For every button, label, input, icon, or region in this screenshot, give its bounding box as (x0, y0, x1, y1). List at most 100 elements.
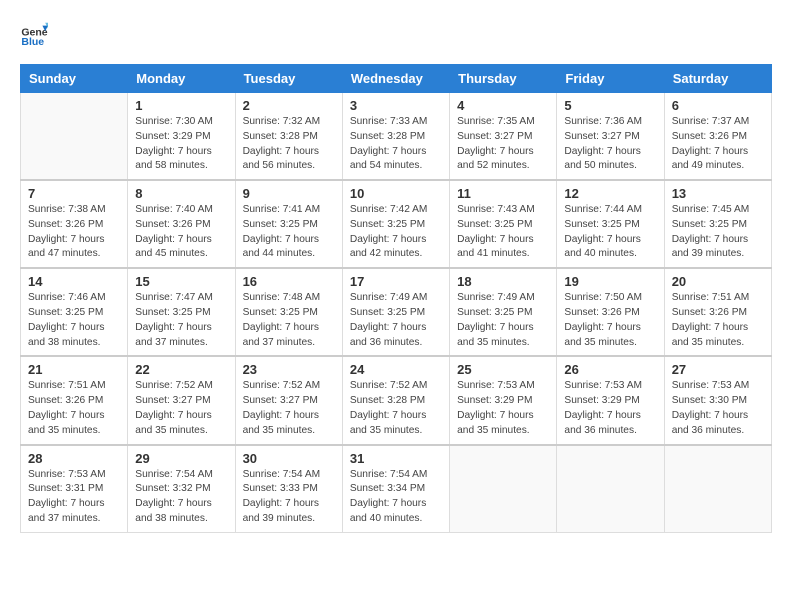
day-info: Sunrise: 7:47 AMSunset: 3:25 PMDaylight:… (135, 291, 227, 350)
generalblue-logo-icon: General Blue (20, 20, 48, 48)
calendar-cell: 24 Sunrise: 7:52 AMSunset: 3:28 PMDayligh… (342, 356, 449, 444)
day-info: Sunrise: 7:38 AMSunset: 3:26 PMDaylight:… (28, 203, 120, 262)
calendar-cell: 2Sunrise: 7:32 AMSunset: 3:28 PMDaylight… (235, 93, 342, 181)
col-header-tuesday: Tuesday (235, 65, 342, 93)
day-number: 5 (564, 98, 656, 113)
calendar-cell: 12 Sunrise: 7:44 AMSunset: 3:25 PMDayligh… (557, 180, 664, 268)
calendar-cell: 19 Sunrise: 7:50 AMSunset: 3:26 PMDayligh… (557, 268, 664, 356)
calendar-cell: 22Sunrise: 7:52 AMSunset: 3:27 PMDayligh… (128, 356, 235, 444)
logo: General Blue (20, 20, 52, 48)
calendar-cell: 9 Sunrise: 7:41 AMSunset: 3:25 PMDaylight… (235, 180, 342, 268)
calendar-week-3: 14Sunrise: 7:46 AMSunset: 3:25 PMDayligh… (21, 268, 772, 356)
day-number: 29 (135, 451, 227, 466)
calendar-cell: 20Sunrise: 7:51 AMSunset: 3:26 PMDayligh… (664, 268, 771, 356)
day-info: Sunrise: 7:53 AMSunset: 3:29 PMDaylight:… (457, 379, 549, 438)
day-info: Sunrise: 7:54 AMSunset: 3:33 PMDaylight:… (243, 468, 335, 527)
day-info: Sunrise: 7:53 AMSunset: 3:31 PMDaylight:… (28, 468, 120, 527)
calendar-cell: 27 Sunrise: 7:53 AMSunset: 3:30 PMDayligh… (664, 356, 771, 444)
day-number: 24 (350, 362, 442, 377)
day-number: 9 (243, 186, 335, 201)
day-number: 17 (350, 274, 442, 289)
day-number: 10 (350, 186, 442, 201)
calendar-cell (557, 445, 664, 533)
calendar-cell: 16 Sunrise: 7:48 AMSunset: 3:25 PMDayligh… (235, 268, 342, 356)
day-info: Sunrise: 7:52 AMSunset: 3:27 PMDaylight:… (243, 379, 335, 438)
calendar-cell: 21 Sunrise: 7:51 AMSunset: 3:26 PMDayligh… (21, 356, 128, 444)
day-info: Sunrise: 7:52 AMSunset: 3:28 PMDaylight:… (350, 379, 442, 438)
day-number: 15 (135, 274, 227, 289)
day-number: 27 (672, 362, 764, 377)
col-header-friday: Friday (557, 65, 664, 93)
calendar-week-1: 1 Sunrise: 7:30 AMSunset: 3:29 PMDaylight… (21, 93, 772, 181)
day-number: 14 (28, 274, 120, 289)
day-number: 22 (135, 362, 227, 377)
day-info: Sunrise: 7:35 AMSunset: 3:27 PMDaylight:… (457, 115, 549, 174)
calendar-cell: 5Sunrise: 7:36 AMSunset: 3:27 PMDaylight… (557, 93, 664, 181)
day-info: Sunrise: 7:50 AMSunset: 3:26 PMDaylight:… (564, 291, 656, 350)
calendar-week-5: 28 Sunrise: 7:53 AMSunset: 3:31 PMDayligh… (21, 445, 772, 533)
day-number: 6 (672, 98, 764, 113)
calendar-cell: 14Sunrise: 7:46 AMSunset: 3:25 PMDayligh… (21, 268, 128, 356)
calendar-cell: 3 Sunrise: 7:33 AMSunset: 3:28 PMDaylight… (342, 93, 449, 181)
day-number: 19 (564, 274, 656, 289)
day-info: Sunrise: 7:54 AMSunset: 3:32 PMDaylight:… (135, 468, 227, 527)
day-number: 2 (243, 98, 335, 113)
day-number: 1 (135, 98, 227, 113)
day-info: Sunrise: 7:53 AMSunset: 3:30 PMDaylight:… (672, 379, 764, 438)
calendar-cell: 30 Sunrise: 7:54 AMSunset: 3:33 PMDayligh… (235, 445, 342, 533)
calendar-cell: 25 Sunrise: 7:53 AMSunset: 3:29 PMDayligh… (450, 356, 557, 444)
day-number: 11 (457, 186, 549, 201)
col-header-thursday: Thursday (450, 65, 557, 93)
col-header-monday: Monday (128, 65, 235, 93)
day-info: Sunrise: 7:51 AMSunset: 3:26 PMDaylight:… (28, 379, 120, 438)
day-number: 13 (672, 186, 764, 201)
day-number: 3 (350, 98, 442, 113)
day-number: 20 (672, 274, 764, 289)
calendar-cell: 23 Sunrise: 7:52 AMSunset: 3:27 PMDayligh… (235, 356, 342, 444)
calendar-cell: 17 Sunrise: 7:49 AMSunset: 3:25 PMDayligh… (342, 268, 449, 356)
day-info: Sunrise: 7:53 AMSunset: 3:29 PMDaylight:… (564, 379, 656, 438)
day-info: Sunrise: 7:44 AMSunset: 3:25 PMDaylight:… (564, 203, 656, 262)
calendar-cell: 1 Sunrise: 7:30 AMSunset: 3:29 PMDaylight… (128, 93, 235, 181)
day-number: 21 (28, 362, 120, 377)
calendar-cell (664, 445, 771, 533)
day-info: Sunrise: 7:33 AMSunset: 3:28 PMDaylight:… (350, 115, 442, 174)
day-number: 23 (243, 362, 335, 377)
calendar-cell: 7 Sunrise: 7:38 AMSunset: 3:26 PMDaylight… (21, 180, 128, 268)
day-number: 18 (457, 274, 549, 289)
calendar-cell: 4Sunrise: 7:35 AMSunset: 3:27 PMDaylight… (450, 93, 557, 181)
col-header-wednesday: Wednesday (342, 65, 449, 93)
day-info: Sunrise: 7:49 AMSunset: 3:25 PMDaylight:… (457, 291, 549, 350)
day-number: 31 (350, 451, 442, 466)
calendar-cell: 8 Sunrise: 7:40 AMSunset: 3:26 PMDaylight… (128, 180, 235, 268)
col-header-sunday: Sunday (21, 65, 128, 93)
page-header: General Blue (20, 20, 772, 48)
calendar-cell: 13Sunrise: 7:45 AMSunset: 3:25 PMDayligh… (664, 180, 771, 268)
svg-text:Blue: Blue (21, 36, 44, 48)
calendar-cell: 28 Sunrise: 7:53 AMSunset: 3:31 PMDayligh… (21, 445, 128, 533)
day-number: 16 (243, 274, 335, 289)
day-info: Sunrise: 7:49 AMSunset: 3:25 PMDaylight:… (350, 291, 442, 350)
calendar-cell: 11 Sunrise: 7:43 AMSunset: 3:25 PMDayligh… (450, 180, 557, 268)
calendar-week-2: 7 Sunrise: 7:38 AMSunset: 3:26 PMDaylight… (21, 180, 772, 268)
day-number: 8 (135, 186, 227, 201)
calendar-cell: 31 Sunrise: 7:54 AMSunset: 3:34 PMDayligh… (342, 445, 449, 533)
day-info: Sunrise: 7:43 AMSunset: 3:25 PMDaylight:… (457, 203, 549, 262)
calendar-cell: 18 Sunrise: 7:49 AMSunset: 3:25 PMDayligh… (450, 268, 557, 356)
day-info: Sunrise: 7:37 AMSunset: 3:26 PMDaylight:… (672, 115, 764, 174)
day-number: 12 (564, 186, 656, 201)
day-number: 25 (457, 362, 549, 377)
day-number: 28 (28, 451, 120, 466)
day-number: 30 (243, 451, 335, 466)
day-info: Sunrise: 7:30 AMSunset: 3:29 PMDaylight:… (135, 115, 227, 174)
day-info: Sunrise: 7:54 AMSunset: 3:34 PMDaylight:… (350, 468, 442, 527)
day-info: Sunrise: 7:48 AMSunset: 3:25 PMDaylight:… (243, 291, 335, 350)
day-number: 26 (564, 362, 656, 377)
day-number: 7 (28, 186, 120, 201)
day-info: Sunrise: 7:40 AMSunset: 3:26 PMDaylight:… (135, 203, 227, 262)
calendar-cell (450, 445, 557, 533)
day-info: Sunrise: 7:41 AMSunset: 3:25 PMDaylight:… (243, 203, 335, 262)
calendar-header-row: SundayMondayTuesdayWednesdayThursdayFrid… (21, 65, 772, 93)
day-info: Sunrise: 7:42 AMSunset: 3:25 PMDaylight:… (350, 203, 442, 262)
calendar-week-4: 21 Sunrise: 7:51 AMSunset: 3:26 PMDayligh… (21, 356, 772, 444)
